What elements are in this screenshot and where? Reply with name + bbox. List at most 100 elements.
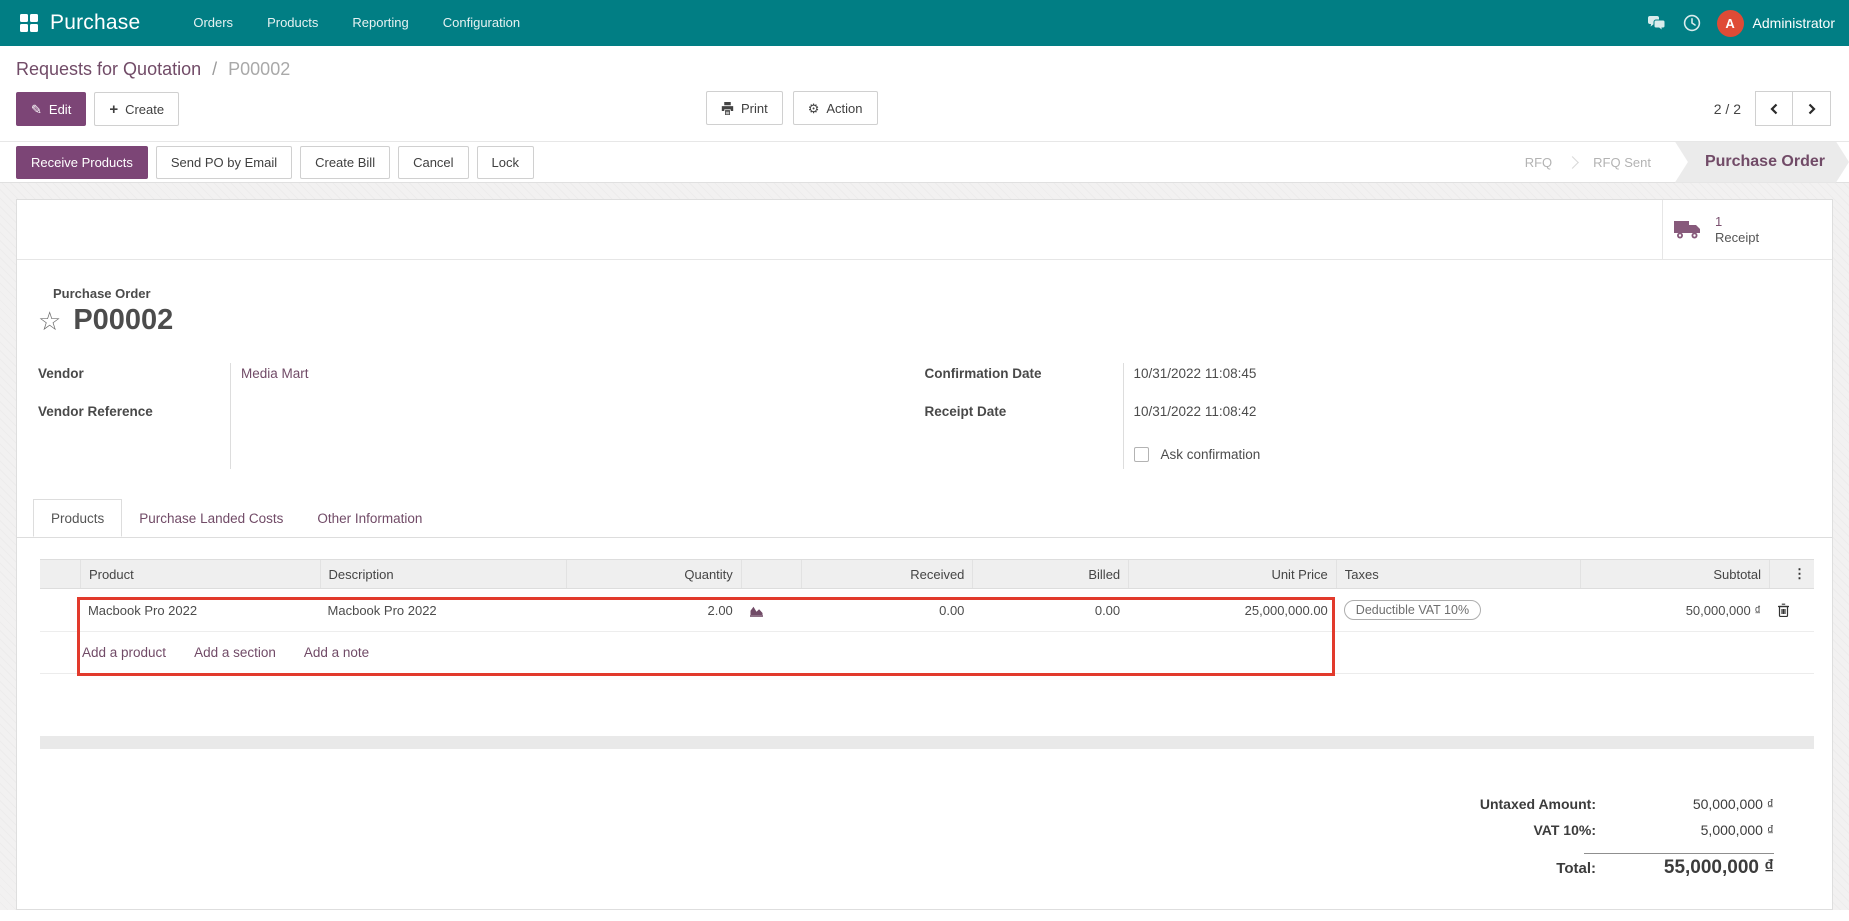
product-column-header[interactable]: Product: [79, 560, 320, 588]
tax-tag: Deductible VAT 10%: [1343, 600, 1482, 620]
apps-menu-icon[interactable]: [20, 14, 38, 32]
vat-value: 5,000,000 ₫: [1700, 822, 1774, 838]
form-background: 1 Receipt Purchase Order ☆ P00002 Vendor…: [0, 183, 1849, 910]
order-lines-table: Product Description Quantity Received Bi…: [40, 559, 1814, 674]
cell-quantity: 2.00: [707, 602, 733, 618]
create-button[interactable]: + Create: [94, 92, 180, 126]
untaxed-amount-value: 50,000,000 ₫: [1692, 796, 1774, 812]
print-button[interactable]: Print: [706, 91, 783, 125]
cell-product: Macbook Pro 2022: [87, 602, 198, 618]
create-bill-button[interactable]: Create Bill: [300, 145, 391, 179]
table-row[interactable]: Macbook Pro 2022 Macbook Pro 2022 2.00 0…: [40, 589, 1814, 632]
vendor-label: Vendor: [38, 366, 84, 381]
billed-column-header[interactable]: Billed: [972, 560, 1128, 588]
pager-previous-button[interactable]: [1755, 91, 1793, 126]
page-title: P00002: [73, 304, 174, 336]
lock-button[interactable]: Lock: [476, 145, 535, 179]
receive-products-button[interactable]: Receive Products: [16, 145, 148, 179]
optional-columns-icon[interactable]: ⋮: [1769, 560, 1814, 588]
form-sheet: 1 Receipt Purchase Order ☆ P00002 Vendor…: [16, 199, 1833, 910]
list-footer-links: Add a product Add a section Add a note: [40, 632, 1814, 674]
nav-item-orders[interactable]: Orders: [176, 0, 250, 46]
vendor-reference-value: [241, 401, 925, 439]
tab-purchase-landed-costs[interactable]: Purchase Landed Costs: [122, 499, 300, 537]
confirmation-date-value: 10/31/2022 11:08:45: [1133, 366, 1257, 381]
receipt-date-label: Receipt Date: [924, 404, 1007, 419]
action-button[interactable]: ⚙ Action: [792, 91, 878, 125]
statusbar: RFQ RFQ Sent Purchase Order: [1511, 142, 1849, 183]
tab-other-information[interactable]: Other Information: [300, 499, 439, 537]
statusbar-step-rfq[interactable]: RFQ: [1511, 155, 1566, 170]
add-a-note-link[interactable]: Add a note: [304, 645, 369, 660]
control-panel: Requests for Quotation / P00002 ✎ Edit +…: [0, 46, 1849, 142]
nav-item-configuration[interactable]: Configuration: [426, 0, 537, 46]
receipt-smart-button[interactable]: 1 Receipt: [1662, 200, 1832, 259]
totals-block: Untaxed Amount: 50,000,000 ₫ VAT 10%: 5,…: [1344, 796, 1774, 883]
total-separator: [1584, 853, 1774, 854]
field-groups: Vendor Vendor Reference Media Mart Confi…: [17, 337, 1832, 469]
cell-billed: 0.00: [1094, 602, 1121, 618]
taxes-column-header[interactable]: Taxes: [1335, 560, 1581, 588]
messages-icon[interactable]: [1647, 13, 1667, 33]
table-header-row: Product Description Quantity Received Bi…: [40, 559, 1814, 589]
forecast-column-header: [740, 560, 801, 588]
breadcrumb-separator: /: [212, 59, 218, 79]
vendor-value-link[interactable]: Media Mart: [241, 363, 925, 401]
pencil-icon: ✎: [31, 101, 42, 117]
document-type-label: Purchase Order: [53, 286, 151, 301]
cell-received: 0.00: [939, 602, 965, 618]
receipt-count: 1: [1715, 213, 1723, 229]
handle-column-header: [40, 560, 80, 588]
nav-item-products[interactable]: Products: [250, 0, 335, 46]
top-nav: Purchase Orders Products Reporting Confi…: [0, 0, 1849, 46]
odoo-purchase-order-screen: Purchase Orders Products Reporting Confi…: [0, 0, 1849, 921]
total-label: Total:: [1556, 860, 1596, 877]
status-button-bar: Receive Products Send PO by Email Create…: [0, 142, 1849, 183]
cell-taxes: Deductible VAT 10%: [1336, 600, 1581, 620]
total-value: 55,000,000 ₫: [1663, 857, 1774, 878]
cell-subtotal: 50,000,000 ₫: [1685, 602, 1762, 618]
app-brand[interactable]: Purchase: [50, 11, 140, 35]
tab-products[interactable]: Products: [33, 499, 123, 537]
chevron-left-icon: [1770, 103, 1778, 114]
user-avatar[interactable]: A: [1716, 9, 1744, 37]
breadcrumb-current: P00002: [228, 59, 291, 79]
add-a-product-link[interactable]: Add a product: [82, 645, 166, 660]
received-column-header[interactable]: Received: [800, 560, 973, 588]
pager-next-button[interactable]: [1793, 91, 1831, 126]
pager-value[interactable]: 2 / 2: [1714, 101, 1741, 117]
description-column-header[interactable]: Description: [319, 560, 567, 588]
gear-icon: ⚙: [807, 100, 820, 116]
cancel-button[interactable]: Cancel: [398, 145, 469, 179]
smart-button-box: 1 Receipt: [17, 200, 1832, 260]
user-name[interactable]: Administrator: [1753, 15, 1835, 31]
statusbar-separator-icon: [1566, 155, 1580, 169]
statusbar-step-purchase-order[interactable]: Purchase Order: [1675, 142, 1849, 183]
send-po-by-email-button[interactable]: Send PO by Email: [155, 145, 293, 179]
chevron-right-icon: [1808, 103, 1816, 114]
delete-row-icon[interactable]: [1769, 603, 1814, 617]
cell-description: Macbook Pro 2022: [327, 602, 437, 618]
breadcrumb-parent-link[interactable]: Requests for Quotation: [16, 59, 201, 79]
receipt-date-value: 10/31/2022 11:08:42: [1133, 404, 1257, 419]
section-divider-bar: [40, 736, 1814, 749]
statusbar-step-rfq-sent[interactable]: RFQ Sent: [1579, 155, 1665, 170]
ask-confirmation-checkbox[interactable]: [1133, 446, 1149, 462]
confirmation-date-label: Confirmation Date: [924, 366, 1042, 381]
add-a-section-link[interactable]: Add a section: [194, 645, 276, 660]
title-block: Purchase Order ☆ P00002: [17, 260, 1832, 337]
edit-button[interactable]: ✎ Edit: [16, 92, 87, 126]
activities-clock-icon[interactable]: [1682, 13, 1702, 33]
nav-item-reporting[interactable]: Reporting: [335, 0, 425, 46]
forecast-chart-icon[interactable]: [741, 604, 801, 617]
printer-icon: [721, 101, 734, 115]
subtotal-column-header[interactable]: Subtotal: [1580, 560, 1769, 588]
receipt-label: Receipt: [1715, 229, 1760, 245]
favorite-star-icon[interactable]: ☆: [38, 308, 61, 334]
notebook-tabs: Products Purchase Landed Costs Other Inf…: [17, 499, 1832, 538]
quantity-column-header[interactable]: Quantity: [566, 560, 741, 588]
unit-price-column-header[interactable]: Unit Price: [1128, 560, 1336, 588]
untaxed-amount-label: Untaxed Amount:: [1479, 796, 1596, 812]
plus-icon: +: [109, 100, 119, 118]
vat-label: VAT 10%:: [1533, 822, 1597, 838]
